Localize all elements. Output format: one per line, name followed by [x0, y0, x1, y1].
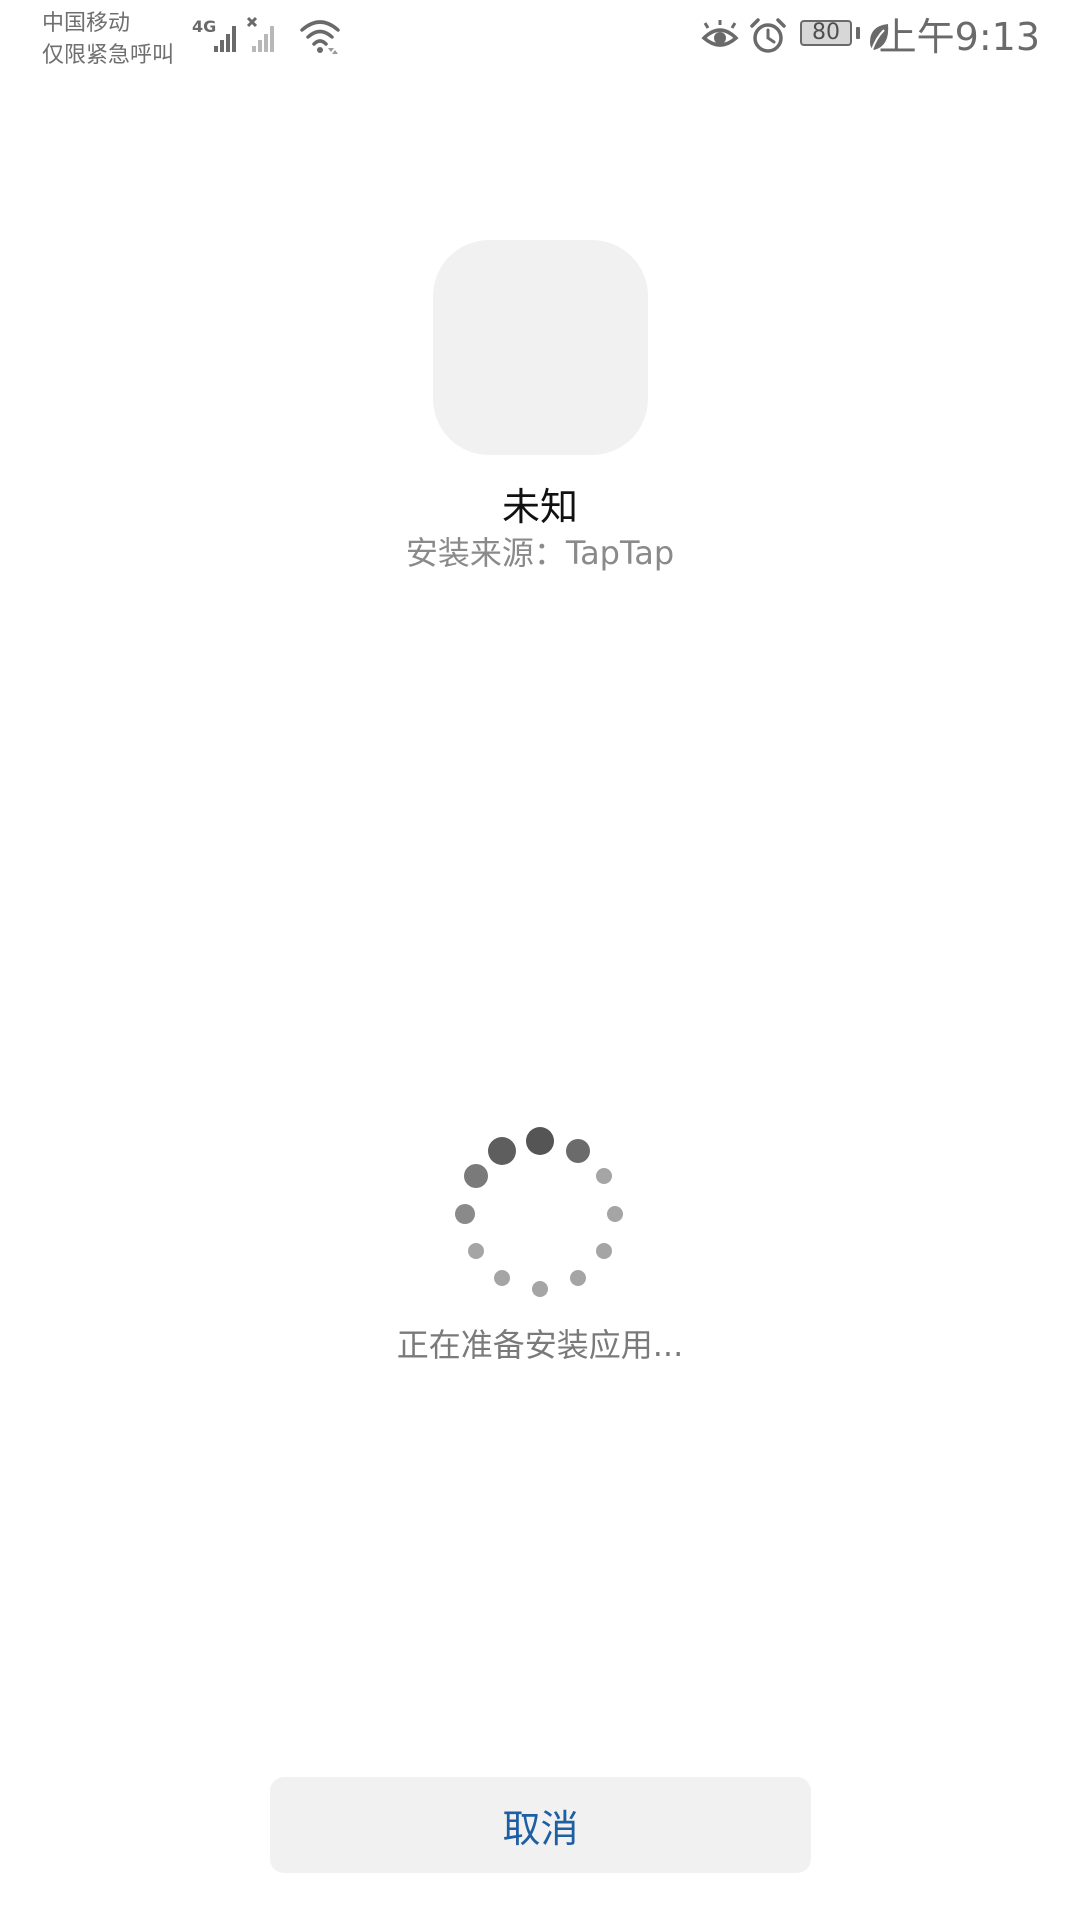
- carrier-info: 中国移动 仅限紧急呼叫: [42, 8, 174, 72]
- spinner-dot: [532, 1281, 548, 1297]
- spinner-dot: [566, 1139, 590, 1163]
- signal-4g-icon: 4G: [192, 17, 236, 52]
- battery-level: 80: [812, 20, 840, 45]
- signal-no-service-icon: [246, 16, 274, 52]
- spinner-dot: [570, 1270, 586, 1286]
- install-status-text: 正在准备安装应用...: [396, 1326, 684, 1364]
- spinner-dot: [488, 1137, 516, 1165]
- network-type-label: 4G: [192, 17, 216, 36]
- install-screen: 中国移动 仅限紧急呼叫 4G 80 上午9:13 未知 安装来源：TapTap …: [0, 0, 1080, 1920]
- wifi-icon: [300, 20, 340, 54]
- eye-icon: [701, 20, 739, 47]
- battery-tip: [856, 27, 860, 39]
- carrier-name: 中国移动: [42, 11, 131, 36]
- cancel-button[interactable]: 取消: [270, 1777, 811, 1873]
- app-name: 未知: [501, 485, 578, 529]
- status-bar: 中国移动 仅限紧急呼叫 4G 80 上午9:13: [0, 0, 1080, 80]
- spinner-dot: [596, 1243, 612, 1259]
- spinner-dot: [494, 1270, 510, 1286]
- carrier-status: 仅限紧急呼叫: [42, 43, 175, 68]
- battery-icon: 80: [800, 20, 852, 46]
- install-source: 安装来源：TapTap: [405, 534, 675, 572]
- loading-spinner-icon: [455, 1127, 623, 1297]
- spinner-dot: [607, 1206, 623, 1222]
- app-icon-placeholder: [433, 240, 648, 455]
- clock: 上午9:13: [878, 15, 1040, 59]
- spinner-dot: [468, 1243, 484, 1259]
- spinner-dot: [526, 1127, 554, 1155]
- spinner-dot: [596, 1168, 612, 1184]
- alarm-icon: [750, 18, 786, 53]
- spinner-dot: [464, 1164, 488, 1188]
- spinner-dot: [455, 1204, 475, 1224]
